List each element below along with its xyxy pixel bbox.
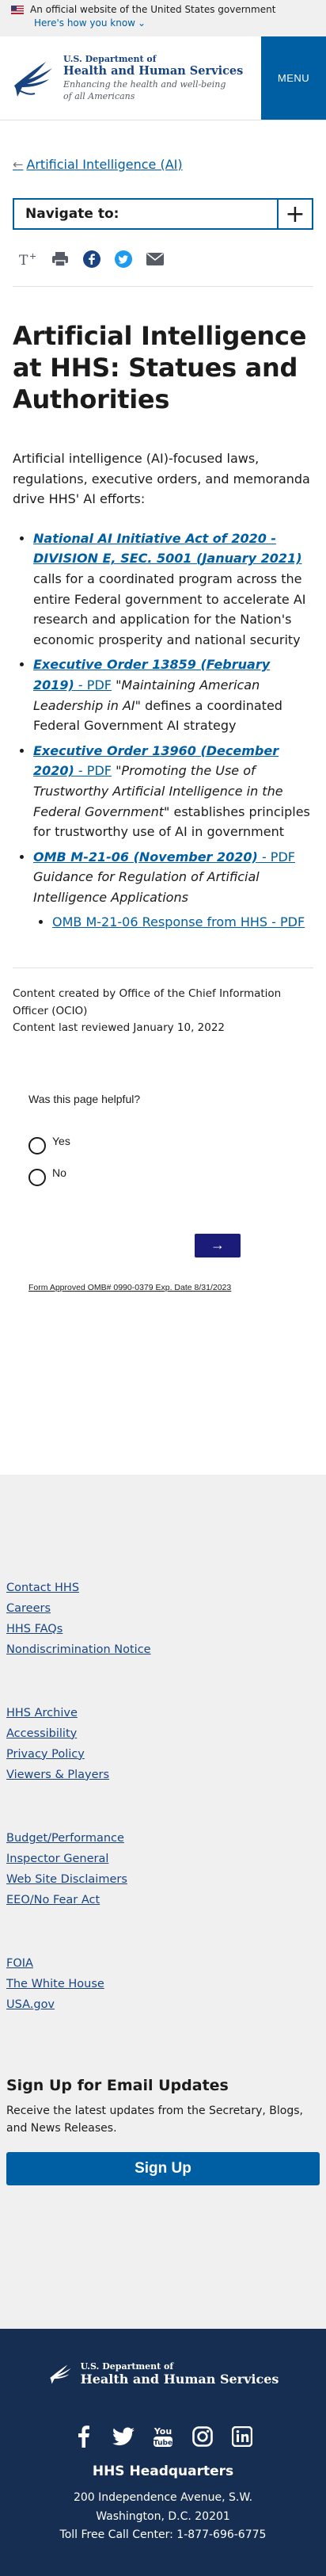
footer-link-inspector-general[interactable]: Inspector General [6, 1849, 320, 1869]
omb-m-21-06-link[interactable]: OMB M-21-06 (November 2020) [33, 849, 258, 864]
heres-how-you-know-link[interactable]: Here's how you know ⌄ [32, 17, 146, 29]
facebook-icon[interactable] [73, 2425, 95, 2448]
footer-link-privacy[interactable]: Privacy Policy [6, 1744, 320, 1765]
logo-tagline-2: of all Americans [63, 90, 135, 101]
logo-tagline-1: Enhancing the health and well-being [63, 79, 226, 90]
footer-link-eeo[interactable]: EEO/No Fear Act [6, 1890, 320, 1910]
list-item: National AI Initiative Act of 2020 - DIV… [33, 529, 313, 651]
signup-description: Receive the latest updates from the Secr… [6, 2104, 303, 2135]
us-flag-icon [11, 5, 24, 14]
radio-yes-label: Yes [52, 1134, 70, 1147]
hhs-logo[interactable]: U.S. Department of Health and Human Serv… [0, 36, 261, 120]
radio-no[interactable] [28, 1168, 46, 1186]
footer-link-budget[interactable]: Budget/Performance [6, 1828, 320, 1849]
svg-text:Tube: Tube [154, 2439, 172, 2447]
content-meta: Content created by Office of the Chief I… [13, 967, 313, 1037]
footer-link-foia[interactable]: FOIA [6, 1953, 320, 1974]
list-item: Executive Order 13859 (February 2019) - … [33, 654, 313, 735]
footer-link-usa-gov[interactable]: USA.gov [6, 1994, 320, 2015]
footer-link-viewers[interactable]: Viewers & Players [6, 1765, 320, 1785]
feedback-question: Was this page helpful? [28, 1092, 141, 1105]
navigate-to-accordion[interactable]: Navigate to: + [13, 198, 313, 230]
linkedin-icon[interactable] [231, 2425, 253, 2448]
official-site-text: An official website of the United States… [30, 4, 276, 15]
hq-title: HHS Headquarters [92, 2463, 234, 2479]
hhs-eagle-icon [14, 61, 52, 97]
footer-group: Budget/Performance Inspector General Web… [6, 1828, 320, 1910]
signup-title: Sign Up for Email Updates [6, 2076, 229, 2094]
laws-list: National AI Initiative Act of 2020 - DIV… [13, 529, 313, 933]
chevron-down-icon: ⌄ [137, 17, 146, 29]
footer-link-hhs-faqs[interactable]: HHS FAQs [6, 1619, 320, 1639]
plus-icon[interactable]: + [279, 200, 312, 228]
radio-no-label: No [52, 1166, 66, 1179]
feedback-submit-button[interactable]: → [195, 1233, 241, 1257]
list-item: OMB M-21-06 (November 2020) - PDF Guidan… [33, 847, 313, 933]
footer-logo-line1: U.S. Department of [80, 2360, 174, 2372]
text-size-icon[interactable]: T + [19, 250, 38, 269]
main-content: ← Artificial Intelligence (AI) Navigate … [0, 120, 326, 1292]
list-item: OMB M-21-06 Response from HHS - PDF [52, 912, 313, 933]
hhs-eagle-icon [49, 2364, 71, 2384]
footer-group: FOIA The White House USA.gov [6, 1953, 320, 2015]
sub-list: OMB M-21-06 Response from HHS - PDF [33, 912, 313, 933]
back-link[interactable]: ← Artificial Intelligence (AI) [13, 120, 313, 179]
radio-yes[interactable] [28, 1136, 46, 1154]
site-header: U.S. Department of Health and Human Serv… [0, 36, 326, 120]
instagram-icon[interactable] [191, 2425, 214, 2448]
footer-link-careers[interactable]: Careers [6, 1598, 320, 1619]
feedback-no-option[interactable]: No [28, 1166, 313, 1186]
gov-banner: An official website of the United States… [0, 0, 326, 36]
footer-link-accessibility[interactable]: Accessibility [6, 1723, 320, 1744]
omb-notice[interactable]: Form Approved OMB# 0990-0379 Exp. Date 8… [28, 1283, 313, 1292]
call-center-phone[interactable]: Toll Free Call Center: 1-877-696-6775 [0, 2526, 326, 2545]
intro-paragraph: Artificial intelligence (AI)-focused law… [13, 451, 310, 507]
menu-button[interactable]: MENU [261, 36, 326, 120]
email-icon[interactable] [146, 250, 165, 269]
content-created-text: Content created by Office of the Chief I… [13, 987, 282, 1017]
omb-m-21-06-pdf-link[interactable]: - PDF [258, 849, 295, 864]
footer-link-nondiscrimination[interactable]: Nondiscrimination Notice [6, 1639, 320, 1660]
svg-text:You: You [154, 2426, 172, 2437]
omb-response-from-hhs-link[interactable]: OMB M-21-06 Response from HHS - PDF [52, 914, 305, 929]
back-link-label: Artificial Intelligence (AI) [26, 156, 183, 172]
share-toolbar: T + [13, 230, 313, 287]
footer-link-contact-hhs[interactable]: Contact HHS [6, 1578, 320, 1598]
footer-links: Contact HHS Careers HHS FAQs Nondiscrimi… [0, 1474, 326, 2329]
print-icon[interactable] [51, 250, 70, 269]
national-ai-initiative-act-link[interactable]: National AI Initiative Act of 2020 - DIV… [33, 531, 302, 567]
footer-dark: U.S. Department of Health and Human Serv… [0, 2328, 326, 2576]
footer-logo-line2: Health and Human Services [80, 2371, 279, 2387]
twitter-icon[interactable] [112, 2425, 135, 2448]
facebook-icon[interactable] [82, 250, 101, 269]
sign-up-button[interactable]: Sign Up [6, 2151, 320, 2185]
social-links: You Tube [0, 2425, 326, 2448]
footer-link-disclaimers[interactable]: Web Site Disclaimers [6, 1869, 320, 1890]
svg-text:T: T [19, 252, 28, 267]
footer-group: HHS Archive Accessibility Privacy Policy… [6, 1703, 320, 1785]
content-reviewed-text: Content last reviewed January 10, 2022 [13, 1021, 226, 1035]
hq-address: 200 Independence Avenue, S.W. Washington… [0, 2489, 326, 2545]
page-title: Artificial Intelligence at HHS: Statues … [13, 321, 307, 414]
executive-order-13960-pdf-link[interactable]: - PDF [74, 763, 112, 778]
feedback-form: Was this page helpful? Yes No → Form App… [13, 1093, 313, 1292]
footer-link-archive[interactable]: HHS Archive [6, 1703, 320, 1723]
logo-line1: U.S. Department of [63, 54, 157, 64]
twitter-icon[interactable] [114, 250, 133, 269]
email-signup: Sign Up for Email Updates Receive the la… [6, 2058, 320, 2185]
feedback-yes-option[interactable]: Yes [28, 1134, 313, 1154]
executive-order-13859-pdf-link[interactable]: - PDF [74, 677, 112, 693]
logo-line2: Health and Human Services [63, 64, 244, 78]
list-item: Executive Order 13960 (December 2020) - … [33, 741, 313, 842]
youtube-icon[interactable]: You Tube [152, 2425, 174, 2448]
arrow-left-icon: ← [13, 156, 24, 172]
footer-group: Contact HHS Careers HHS FAQs Nondiscrimi… [6, 1578, 320, 1660]
svg-text:+: + [29, 251, 36, 261]
navigate-to-label: Navigate to: [14, 200, 279, 228]
hhs-logo-text: U.S. Department of Health and Human Serv… [63, 54, 243, 102]
footer-link-white-house[interactable]: The White House [6, 1974, 320, 1994]
footer-hhs-logo[interactable]: U.S. Department of Health and Human Serv… [0, 2360, 326, 2387]
